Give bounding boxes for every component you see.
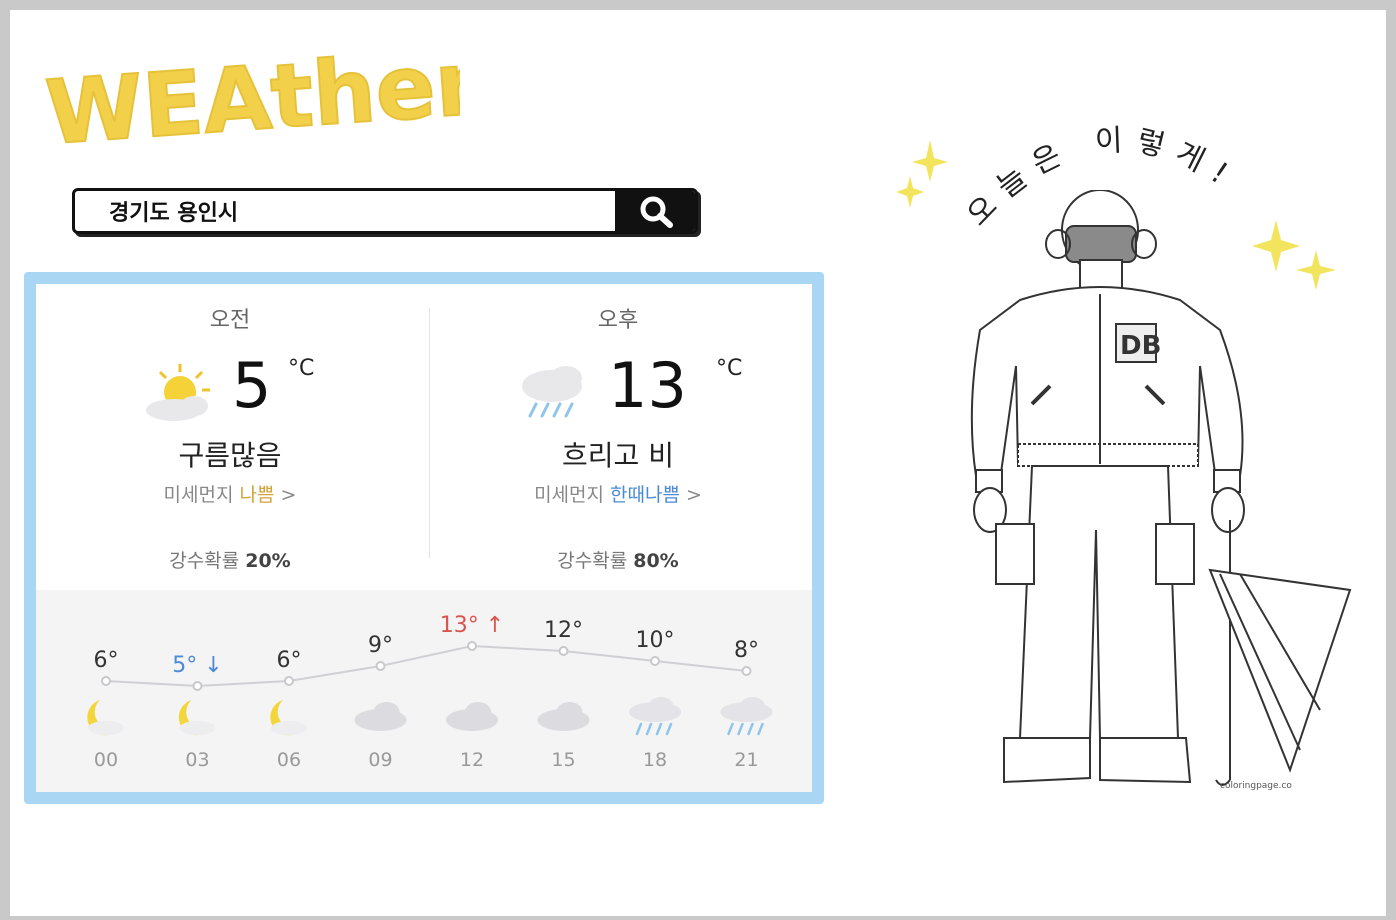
am-dust[interactable]: 미세먼지 나쁨 >	[36, 480, 424, 507]
temp-label: 6°	[277, 648, 302, 673]
pm-condition: 흐리고 비	[562, 439, 674, 472]
hour-label: 18	[643, 749, 667, 771]
temp-label: 12°	[544, 618, 583, 643]
temp-label: 8°	[734, 638, 759, 663]
temp-point	[284, 676, 294, 686]
forecast-am: 오전 5 °C 구름많음 미세먼지 나쁨 > 강수확률 20%	[36, 284, 424, 584]
rain-label: 강수확률	[557, 550, 628, 572]
hourly-chart: 6° 00 5° ↓ 03 6° 06 9° 09 13° ↑ 12 12° 15 10° 18 8° 21	[87, 613, 773, 771]
chevron-right-icon: >	[686, 484, 702, 506]
temp-point	[558, 646, 569, 656]
am-temp: 5	[232, 349, 272, 422]
hour-label: 06	[277, 749, 301, 771]
pm-temp: 13	[608, 349, 687, 422]
temp-label: 5° ↓	[172, 653, 222, 678]
temp-label: 10°	[636, 628, 675, 653]
svg-text:DB: DB	[1120, 331, 1161, 361]
hour-label: 12	[460, 749, 484, 771]
hour-label: 09	[368, 749, 392, 771]
am-rain-prob: 강수확률 20%	[36, 546, 424, 573]
rain-cloud-icon	[522, 366, 582, 418]
search-icon	[640, 196, 673, 228]
hour-label: 21	[734, 749, 758, 771]
pm-dust[interactable]: 미세먼지 한때나쁨 >	[424, 480, 812, 507]
logo-text: WEAther?	[43, 28, 460, 152]
weather-logo: WEAther?	[42, 27, 460, 152]
temp-point	[650, 656, 660, 666]
weather-card: 오전 5 °C 구름많음 미세먼지 나쁨 > 강수확률 20% 오후 13 °C…	[24, 272, 824, 804]
search-input[interactable]	[81, 195, 615, 227]
temp-point	[192, 681, 203, 691]
dust-level: 나쁨	[239, 484, 275, 506]
temp-point	[467, 641, 477, 651]
period-label: 오전	[209, 308, 251, 333]
moon-cloud-icon	[270, 700, 307, 736]
dust-label: 미세먼지	[534, 484, 604, 506]
cloud-icon	[537, 702, 590, 731]
hourly-forecast: 6° 00 5° ↓ 03 6° 06 9° 09 13° ↑ 12 12° 15 10° 18 8° 21	[36, 590, 812, 792]
temp-label: 9°	[368, 633, 393, 658]
pm-rain-prob: 강수확률 80%	[424, 546, 812, 573]
hour-label: 15	[551, 749, 575, 771]
rain-value: 80%	[633, 550, 679, 572]
temp-point	[101, 676, 111, 686]
am-condition: 구름많음	[178, 439, 282, 472]
period-label: 오후	[597, 308, 639, 333]
hour-label: 03	[185, 749, 209, 771]
outfit-illustration: DB coloringpage.co	[970, 190, 1352, 791]
daily-forecast: 오전 5 °C 구름많음 미세먼지 나쁨 > 강수확률 20% 오후 13 °C…	[36, 284, 812, 584]
dust-label: 미세먼지	[163, 484, 234, 506]
hour-label: 00	[94, 749, 118, 771]
moon-cloud-icon	[87, 700, 124, 736]
search-button[interactable]	[615, 191, 695, 231]
credit-text: coloringpage.co	[1220, 781, 1292, 791]
rain-label: 강수확률	[169, 550, 240, 572]
temp-label: 13° ↑	[440, 613, 504, 638]
rain-cloud-icon	[720, 697, 773, 736]
forecast-pm: 오후 13 °C 흐리고 비 미세먼지 한때나쁨 > 강수확률 80%	[424, 284, 812, 584]
rain-cloud-icon	[629, 697, 681, 736]
am-temp-unit: °C	[288, 356, 315, 381]
pm-temp-unit: °C	[716, 356, 743, 381]
temp-label: 6°	[94, 648, 119, 673]
moon-cloud-icon	[178, 700, 216, 736]
search-bar	[72, 188, 698, 234]
dust-level: 한때나쁨	[610, 484, 680, 506]
rain-value: 20%	[245, 550, 291, 572]
temp-point	[375, 661, 386, 671]
temp-point	[741, 666, 752, 676]
chevron-right-icon: >	[280, 484, 297, 506]
cloud-icon	[446, 702, 498, 731]
cloud-icon	[354, 702, 407, 731]
sun-cloud-icon	[146, 364, 210, 421]
